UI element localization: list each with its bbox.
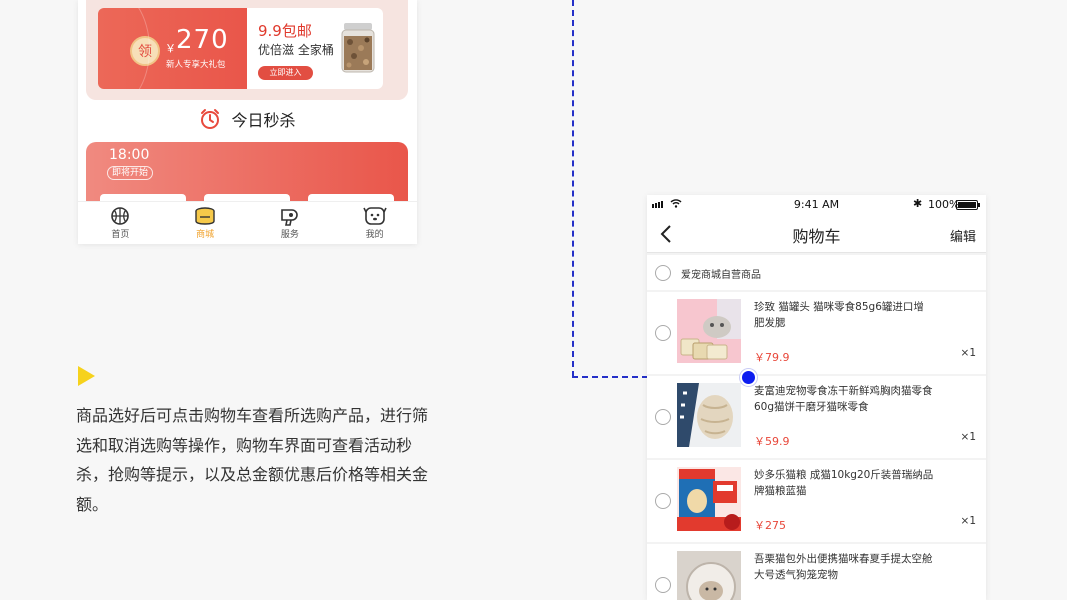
deal-title: 9.9包邮 (258, 22, 312, 40)
status-bar: 9:41 AM ✱ 100% (647, 195, 986, 215)
coupon-currency: ￥ (165, 42, 176, 55)
flash-sale-banner[interactable]: 18:00 即将开始 (86, 142, 408, 202)
item-price: ￥275 (754, 519, 786, 532)
select-item-checkbox[interactable] (655, 577, 671, 593)
product-image-freeze-dried-chicken (677, 383, 741, 447)
flash-sale-status: 即将开始 (107, 166, 154, 180)
connector-anchor-dot (740, 369, 757, 386)
canvas: 领 ￥ 270 新人专享大礼包 9.9包邮 优倍滋 全家桶 立即进入 今日秒杀 … (0, 0, 1067, 600)
flash-sale-time: 18:00 (109, 147, 150, 163)
coupon-desc: 新人专享大礼包 (166, 60, 226, 70)
alarm-clock-icon (201, 109, 220, 129)
enter-deal-button[interactable]: 立即进入 (258, 66, 313, 80)
select-item-checkbox[interactable] (655, 409, 671, 425)
item-quantity: ×1 (960, 515, 976, 527)
bluetooth-icon: ✱ (913, 197, 923, 210)
dog-face-icon (362, 207, 387, 225)
tab-label: 我的 (365, 230, 384, 240)
deal-subtitle: 优倍滋 全家桶 (258, 43, 334, 57)
cart-item[interactable]: 麦富迪宠物零食冻干新鲜鸡胸肉猫零食60g猫饼干磨牙猫咪零食 ￥59.9 ×1 (647, 376, 986, 458)
mall-screen: 领 ￥ 270 新人专享大礼包 9.9包邮 优倍滋 全家桶 立即进入 今日秒杀 … (78, 0, 417, 244)
product-image-cat-carrier (677, 551, 741, 600)
free-shipping-deal[interactable]: 9.9包邮 优倍滋 全家桶 立即进入 (247, 8, 383, 89)
flash-sale-header: 今日秒杀 (78, 107, 417, 131)
select-store-checkbox[interactable] (655, 265, 671, 281)
cart-screen: 9:41 AM ✱ 100% 购物车 编辑 爱宠商城自营商品 珍致 猫罐头 猫咪… (647, 195, 986, 600)
store-group-row: 爱宠商城自营商品 (647, 255, 986, 290)
product-image-cat-food-bag (677, 467, 741, 531)
tab-home[interactable]: 首页 (78, 202, 163, 244)
page-title: 购物车 (792, 227, 841, 246)
item-title: 珍致 猫罐头 猫咪零食85g6罐进口增肥发腮 (754, 301, 924, 329)
flash-sale-title: 今日秒杀 (231, 111, 296, 130)
store-name: 爱宠商城自营商品 (681, 270, 761, 281)
tab-bar: 首页 商城 服务 我的 (78, 201, 417, 244)
nav-bar: 购物车 编辑 (647, 215, 986, 253)
item-title: 吾栗猫包外出便携猫咪春夏手提太空舱大号透气狗笼宠物 (754, 553, 933, 581)
basketball-icon (111, 207, 130, 225)
battery-icon (956, 200, 980, 210)
connector-line-vertical (572, 0, 574, 377)
item-quantity: ×1 (960, 431, 976, 443)
cart-item[interactable]: 珍致 猫罐头 猫咪零食85g6罐进口增肥发腮 ￥79.9 ×1 (647, 292, 986, 374)
cart-item[interactable]: 吾栗猫包外出便携猫咪春夏手提太空舱大号透气狗笼宠物 (647, 544, 986, 600)
tab-label: 首页 (111, 230, 130, 240)
select-item-checkbox[interactable] (655, 325, 671, 341)
new-user-coupon[interactable]: 领 ￥ 270 新人专享大礼包 (98, 8, 247, 89)
battery-percent: 100% (928, 198, 960, 211)
item-title: 麦富迪宠物零食冻干新鲜鸡胸肉猫零食60g猫饼干磨牙猫咪零食 (754, 385, 933, 413)
tab-mall[interactable]: 商城 (163, 202, 248, 244)
cart-item[interactable]: 妙多乐猫粮 成猫10kg20斤装普瑞纳品牌猫粮蓝猫 ￥275 ×1 (647, 460, 986, 542)
item-quantity: ×1 (960, 347, 976, 359)
tab-label: 服务 (280, 230, 299, 240)
select-item-checkbox[interactable] (655, 493, 671, 509)
pet-food-jar-image (341, 23, 375, 73)
item-price: ￥59.9 (754, 435, 790, 448)
hair-dryer-icon (281, 209, 298, 226)
edit-button[interactable]: 编辑 (950, 226, 976, 245)
coupon-amount: 270 (176, 25, 229, 55)
item-price: ￥79.9 (754, 351, 790, 364)
pet-food-can-icon (195, 207, 215, 225)
tab-service[interactable]: 服务 (248, 202, 333, 244)
tab-mine[interactable]: 我的 (332, 202, 417, 244)
product-image-cat-cans (677, 299, 741, 363)
item-title: 妙多乐猫粮 成猫10kg20斤装普瑞纳品牌猫粮蓝猫 (754, 469, 934, 497)
promo-section: 领 ￥ 270 新人专享大礼包 9.9包邮 优倍滋 全家桶 立即进入 (86, 0, 408, 100)
coupon-claim-badge[interactable]: 领 (130, 36, 160, 66)
play-marker-icon (78, 366, 95, 386)
tab-label: 商城 (196, 230, 215, 240)
feature-description: 商品选好后可点击购物车查看所选购产品，进行筛选和取消选购等操作，购物车界面可查看… (76, 406, 429, 514)
